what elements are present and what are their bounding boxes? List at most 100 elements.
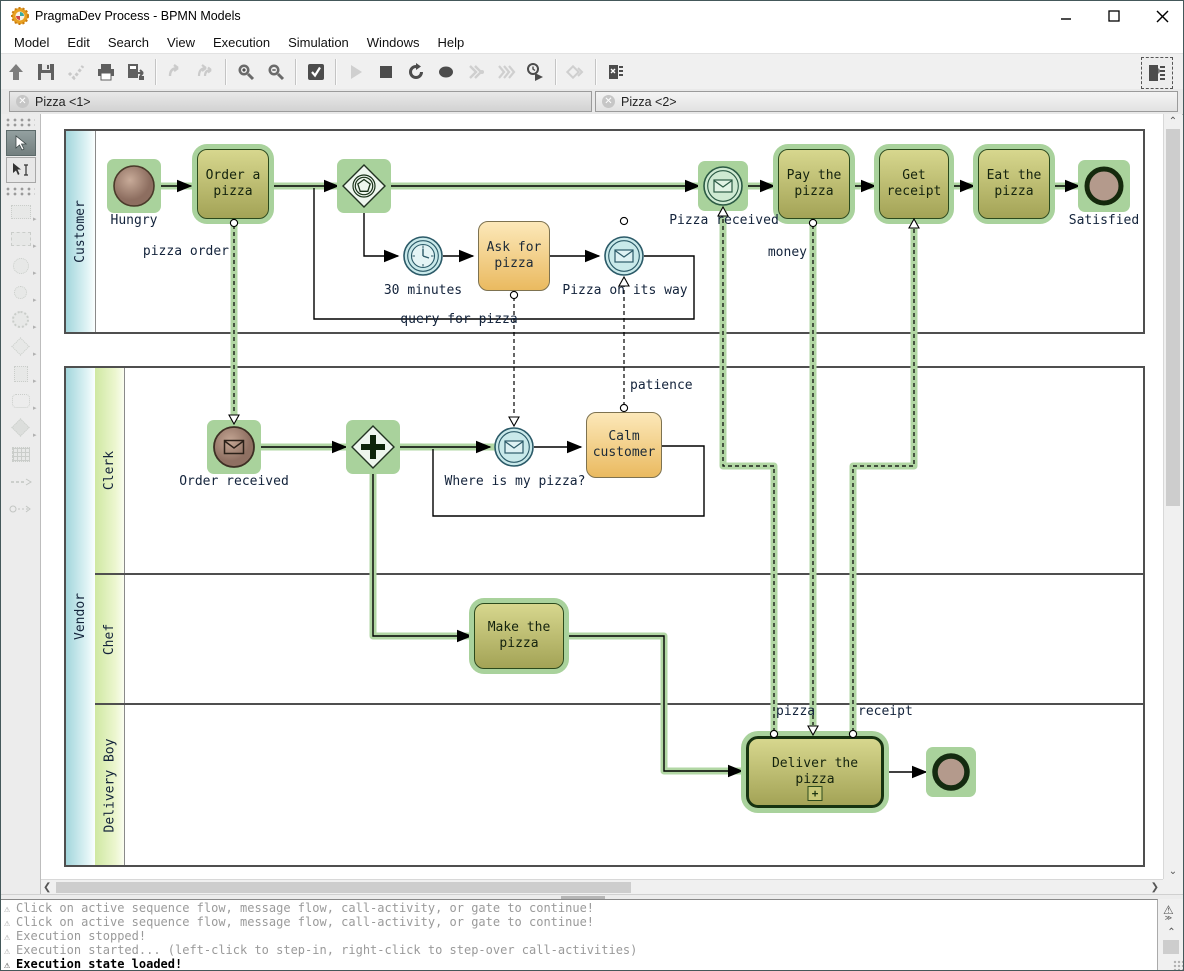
zoom-in-icon[interactable]: [233, 58, 259, 86]
menu-execution[interactable]: Execution: [204, 33, 279, 52]
zoom-out-icon[interactable]: [263, 58, 289, 86]
text-cursor-tool[interactable]: [6, 157, 36, 183]
end-event-tool[interactable]: ▸: [6, 308, 36, 331]
event-gateway[interactable]: [341, 163, 387, 214]
message-event-on-its-way[interactable]: [604, 236, 644, 281]
scroll-down-icon[interactable]: ⌄: [1164, 866, 1182, 877]
validate-icon[interactable]: [303, 58, 329, 86]
minimize-icon[interactable]: [1053, 5, 1079, 27]
message-event-pizza-received[interactable]: [703, 166, 743, 211]
menu-search[interactable]: Search: [99, 33, 158, 52]
gateway-tool[interactable]: ▸: [6, 335, 36, 358]
tab-pizza-1[interactable]: ✕ Pizza <1>: [9, 91, 592, 112]
print-icon[interactable]: [93, 58, 119, 86]
verify-icon[interactable]: [63, 58, 89, 86]
task-ask-pizza[interactable]: Ask for pizza: [478, 221, 550, 291]
start-event-hungry[interactable]: [112, 164, 156, 213]
play-icon[interactable]: [343, 58, 369, 86]
save-icon[interactable]: [33, 58, 59, 86]
log-line: Execution started... (left-click to step…: [4, 943, 1157, 957]
task-calm-customer[interactable]: Calm customer: [586, 412, 662, 478]
label-money-flow: money: [747, 245, 807, 260]
app-window: PragmaDev Process - BPMN Models Model Ed…: [0, 0, 1184, 971]
tab-bar: ✕ Pizza <1> ✕ Pizza <2>: [1, 89, 1183, 115]
log-scroll-up-icon[interactable]: ⌃: [1158, 927, 1184, 938]
label-where-pizza: Where is my pizza?: [439, 474, 591, 489]
parallel-gateway[interactable]: [350, 424, 396, 475]
timer-event-30-minutes[interactable]: [403, 236, 443, 281]
hscroll-thumb[interactable]: [56, 882, 631, 893]
exit-text-icon[interactable]: [603, 58, 629, 86]
close-icon[interactable]: [1149, 5, 1175, 27]
subprocess-tool[interactable]: ▸: [6, 227, 36, 250]
task-order-pizza[interactable]: Order a pizza: [197, 149, 269, 219]
message-start-event-order-received[interactable]: [212, 425, 256, 474]
resize-grip-icon[interactable]: [1173, 960, 1183, 970]
intermediate-event-tool[interactable]: ▸: [6, 281, 36, 304]
tab-close-icon[interactable]: ✕: [16, 95, 29, 108]
log-panel[interactable]: Click on active sequence flow, message f…: [1, 899, 1158, 971]
step-in-icon[interactable]: [463, 58, 489, 86]
export-diagram-icon[interactable]: [123, 58, 149, 86]
end-event-satisfied[interactable]: [1083, 165, 1125, 212]
diamond-tool[interactable]: ▸: [6, 416, 36, 439]
menu-windows[interactable]: Windows: [358, 33, 429, 52]
scroll-up-icon[interactable]: ⌃: [1164, 116, 1182, 127]
label-hungry: Hungry: [104, 213, 164, 228]
expand-subprocess-icon[interactable]: +: [808, 786, 823, 801]
canvas-hscrollbar[interactable]: ❮ ❯: [41, 879, 1163, 895]
log-scroll-thumb[interactable]: [1163, 940, 1179, 954]
step-over-icon[interactable]: [493, 58, 519, 86]
menu-bar: Model Edit Search View Execution Simulat…: [1, 31, 1183, 53]
task-get-receipt[interactable]: Get receipt: [879, 149, 949, 219]
tab-label: Pizza <1>: [35, 95, 91, 109]
toolbar: [1, 53, 1183, 91]
subprocess-deliver-pizza[interactable]: Deliver the pizza +: [746, 736, 884, 808]
panel-toggle-icon[interactable]: [1141, 57, 1173, 89]
label-30-minutes: 30 minutes: [378, 283, 468, 298]
log-warning-icon[interactable]: ⚠≫: [1163, 903, 1174, 922]
select-cursor-tool[interactable]: [6, 130, 36, 156]
menu-help[interactable]: Help: [429, 33, 474, 52]
end-event-delivery[interactable]: [931, 752, 971, 797]
task-tool[interactable]: ▸: [6, 200, 36, 223]
redo-all-icon[interactable]: [193, 58, 219, 86]
tab-pizza-2[interactable]: ✕ Pizza <2>: [595, 91, 1178, 112]
palette-drag-handle[interactable]: [6, 118, 35, 127]
log-line: Click on active sequence flow, message f…: [4, 915, 1157, 929]
restart-icon[interactable]: [403, 58, 429, 86]
record-icon[interactable]: [433, 58, 459, 86]
up-arrow-icon[interactable]: [3, 58, 29, 86]
breakpoint-skip-icon[interactable]: [563, 58, 589, 86]
title-bar: PragmaDev Process - BPMN Models: [1, 1, 1183, 31]
redo-icon[interactable]: [163, 58, 189, 86]
tab-close-icon[interactable]: ✕: [602, 95, 615, 108]
stop-icon[interactable]: [373, 58, 399, 86]
scroll-right-icon[interactable]: ❯: [1151, 882, 1159, 893]
log-line: Click on active sequence flow, message f…: [4, 901, 1157, 915]
canvas-vscrollbar[interactable]: ⌃ ⌄: [1163, 114, 1182, 879]
menu-edit[interactable]: Edit: [58, 33, 98, 52]
task-eat-pizza[interactable]: Eat the pizza: [978, 149, 1050, 219]
start-event-tool[interactable]: ▸: [6, 254, 36, 277]
scroll-left-icon[interactable]: ❮: [43, 882, 51, 893]
task-make-pizza[interactable]: Make the pizza: [474, 603, 564, 669]
task-pay-pizza[interactable]: Pay the pizza: [778, 149, 850, 219]
association-tool[interactable]: [6, 497, 36, 520]
message-flow-tool[interactable]: [6, 470, 36, 493]
group-box-tool[interactable]: ▸: [6, 389, 36, 412]
menu-model[interactable]: Model: [5, 33, 58, 52]
connector-layer[interactable]: [41, 114, 1163, 879]
menu-view[interactable]: View: [158, 33, 204, 52]
message-event-where-pizza[interactable]: [494, 427, 534, 472]
vscroll-thumb[interactable]: [1166, 129, 1180, 506]
timed-run-icon[interactable]: [523, 58, 549, 86]
menu-simulation[interactable]: Simulation: [279, 33, 358, 52]
log-side-column: ⚠≫ ⌃: [1158, 899, 1184, 971]
app-icon: [11, 7, 29, 25]
maximize-icon[interactable]: [1101, 5, 1127, 27]
data-object-tool[interactable]: ▸: [6, 362, 36, 385]
diagram-canvas[interactable]: Customer Vendor Clerk Chef Delivery Boy: [41, 114, 1163, 879]
matrix-tool[interactable]: [6, 443, 36, 466]
palette-drag-handle[interactable]: [6, 187, 35, 196]
